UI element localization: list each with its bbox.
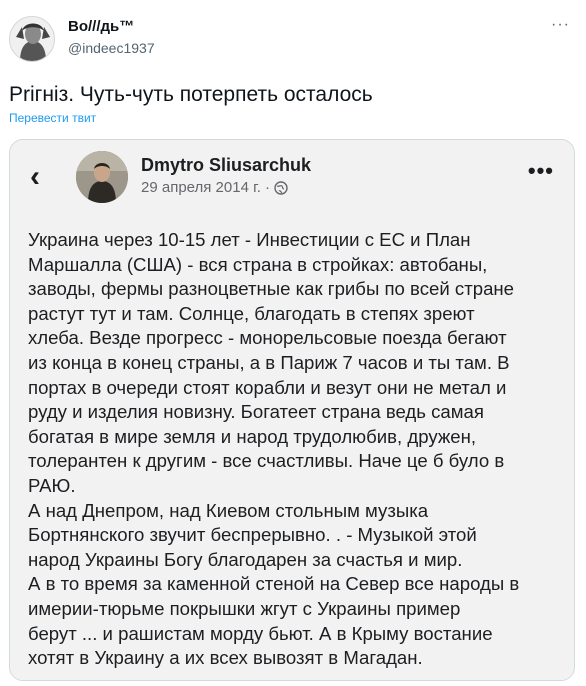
avatar-portrait-icon — [76, 151, 128, 203]
fb-date-row: 29 апреля 2014 г. · — [141, 179, 288, 196]
fb-post-date: 29 апреля 2014 г. · — [141, 179, 271, 196]
fb-post-body: Украина через 10-15 лет - Инвестиции с Е… — [28, 229, 520, 669]
author-block: Во///дь™ @indeec1937 — [68, 18, 155, 57]
facebook-post-screenshot: ‹ Dmytro Sliusarchuk 29 апреля 2014 г. ·… — [10, 140, 574, 680]
fb-author-avatar — [76, 151, 128, 203]
globe-icon — [274, 181, 288, 195]
translate-tweet-link[interactable]: Перевести твит — [9, 111, 96, 125]
chevron-left-icon: ‹ — [30, 160, 40, 193]
more-dots-icon: ••• — [527, 158, 554, 183]
tweet-text: Prігніз. Чуть-чуть потерпеть осталось — [9, 83, 373, 106]
author-handle[interactable]: @indeec1937 — [68, 39, 155, 57]
embedded-image[interactable]: ‹ Dmytro Sliusarchuk 29 апреля 2014 г. ·… — [9, 139, 575, 681]
more-dots-icon[interactable]: ··· — [551, 16, 570, 34]
avatar-portrait-icon — [10, 17, 54, 61]
tweet-header: Во///дь™ @indeec1937 ··· — [0, 0, 586, 70]
fb-author-name: Dmytro Sliusarchuk — [141, 155, 312, 175]
author-name[interactable]: Во///дь™ — [68, 18, 155, 36]
author-avatar[interactable] — [9, 16, 55, 62]
